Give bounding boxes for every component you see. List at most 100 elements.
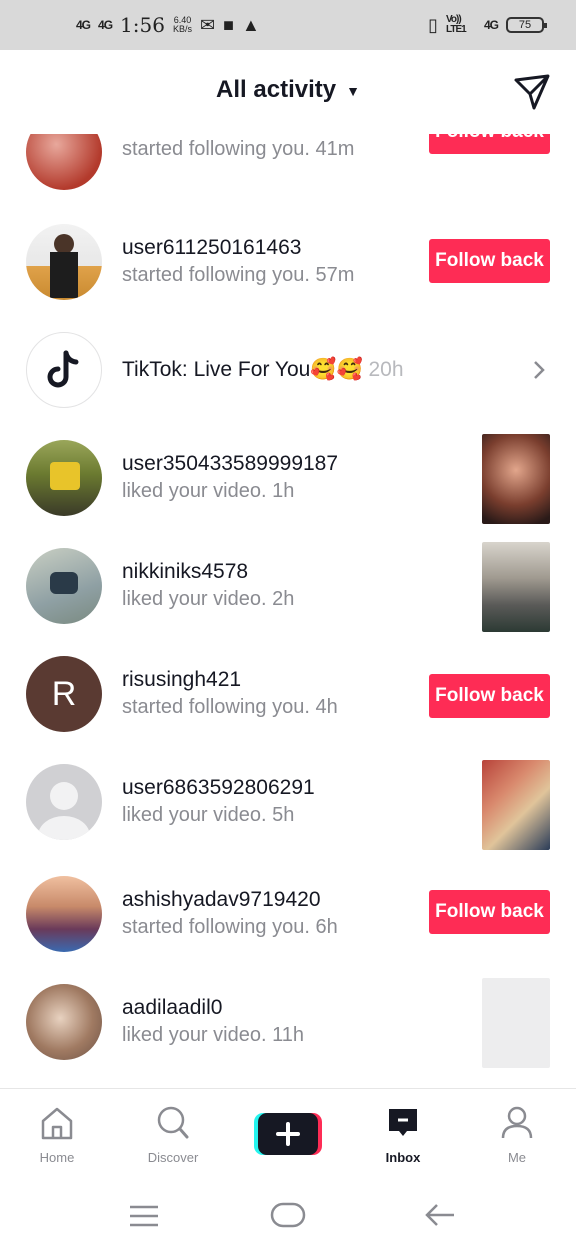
- status-bar: 4G 4G 1:56 6.40 KB/s ✉ ■ ▲ ▯ Vo)) LTE1 4…: [0, 0, 576, 50]
- battery-level: 75: [518, 19, 532, 31]
- default-avatar[interactable]: [26, 764, 102, 840]
- activity-text: liked your video. 5h: [122, 804, 294, 827]
- system-nav-bar: [0, 1176, 576, 1248]
- inbox-icon: [389, 1109, 417, 1136]
- notification-text: TikTok: Live For You🥰🥰 20h: [122, 358, 404, 382]
- tiktok-logo-icon: [47, 350, 79, 388]
- activity-time: 57m: [315, 264, 355, 286]
- activity-action: liked your video.: [122, 1024, 267, 1046]
- volte-indicator: Vo)) LTE1: [445, 14, 467, 35]
- username[interactable]: user350433589999187: [122, 452, 338, 476]
- vibrate-icon: ▯: [428, 14, 438, 35]
- username[interactable]: risusingh421: [122, 668, 241, 692]
- nav-home-label: Home: [39, 1150, 75, 1165]
- video-thumbnail[interactable]: [482, 760, 550, 850]
- nav-home[interactable]: Home: [12, 1105, 102, 1165]
- follow-back-button[interactable]: Follow back: [429, 674, 550, 718]
- activity-time: 2h: [272, 588, 295, 610]
- activity-action: started following you.: [122, 696, 310, 718]
- activity-time: 1h: [272, 480, 295, 502]
- menu-icon[interactable]: [128, 1204, 160, 1228]
- avatar[interactable]: [26, 134, 102, 190]
- activity-action: started following you.: [122, 138, 310, 160]
- avatar[interactable]: [26, 984, 102, 1060]
- list-item[interactable]: user8141205217595 started following you.…: [0, 134, 576, 210]
- avatar[interactable]: [26, 876, 102, 952]
- avatar[interactable]: [26, 224, 102, 300]
- activity-text: started following you. 41m: [122, 138, 354, 161]
- activity-time: 41m: [315, 138, 355, 160]
- header: All activity ▼: [0, 50, 576, 134]
- video-thumbnail[interactable]: [482, 542, 550, 632]
- video-thumbnail[interactable]: [482, 978, 550, 1068]
- activity-action: liked your video.: [122, 480, 267, 502]
- home-icon: [41, 1107, 73, 1140]
- profile-icon: [501, 1106, 533, 1139]
- follow-back-button[interactable]: Follow back: [429, 134, 550, 154]
- activity-time: 6h: [315, 916, 338, 938]
- activity-text: started following you. 6h: [122, 916, 338, 939]
- activity-text: started following you. 4h: [122, 696, 338, 719]
- activity-action: liked your video.: [122, 588, 267, 610]
- nav-me[interactable]: Me: [472, 1105, 562, 1165]
- video-thumbnail[interactable]: [482, 434, 550, 524]
- list-item[interactable]: aadilaadil0 liked your video. 11h: [0, 978, 576, 1078]
- activity-text: liked your video. 1h: [122, 480, 294, 503]
- search-icon: [157, 1106, 189, 1139]
- nav-discover[interactable]: Discover: [128, 1105, 218, 1165]
- chevron-right-icon[interactable]: [532, 360, 546, 380]
- battery-icon: 75: [506, 17, 547, 33]
- activity-action: liked your video.: [122, 804, 267, 826]
- caret-down-icon: ▼: [346, 82, 360, 99]
- username[interactable]: aadilaadil0: [122, 996, 222, 1020]
- video-icon: ■: [223, 14, 234, 35]
- activity-filter-dropdown[interactable]: All activity ▼: [0, 76, 576, 104]
- back-icon[interactable]: [424, 1202, 456, 1228]
- network-speed: 6.40 KB/s: [173, 16, 192, 34]
- nav-inbox-label: Inbox: [385, 1150, 421, 1165]
- list-item[interactable]: user6863592806291 liked your video. 5h: [0, 760, 576, 862]
- username[interactable]: user611250161463: [122, 236, 301, 260]
- avatar[interactable]: [26, 548, 102, 624]
- speed-unit: KB/s: [172, 24, 192, 34]
- activity-time: 5h: [272, 804, 295, 826]
- nav-me-label: Me: [507, 1150, 527, 1165]
- tiktok-avatar[interactable]: [26, 332, 102, 408]
- direct-message-icon[interactable]: [512, 72, 552, 112]
- avatar-initial: R: [51, 674, 77, 713]
- username[interactable]: ashishyadav9719420: [122, 888, 321, 912]
- activity-list: user8141205217595 started following you.…: [0, 134, 576, 1088]
- follow-back-button[interactable]: Follow back: [429, 890, 550, 934]
- avatar[interactable]: R: [26, 656, 102, 732]
- notification-message: Live For You🥰🥰: [193, 358, 363, 381]
- list-item[interactable]: R risusingh421 started following you. 4h…: [0, 654, 576, 754]
- nav-inbox[interactable]: Inbox: [358, 1105, 448, 1165]
- follow-back-button[interactable]: Follow back: [429, 239, 550, 283]
- list-item[interactable]: user350433589999187 liked your video. 1h: [0, 434, 576, 538]
- avatar[interactable]: [26, 440, 102, 516]
- activity-action: started following you.: [122, 916, 310, 938]
- activity-text: liked your video. 11h: [122, 1024, 304, 1047]
- list-item[interactable]: user611250161463 started following you. …: [0, 222, 576, 322]
- sender-name: TikTok:: [122, 358, 188, 381]
- signal-1-icon: 4G: [76, 18, 91, 32]
- list-item[interactable]: nikkiniks4578 liked your video. 2h: [0, 542, 576, 646]
- activity-time: 11h: [272, 1024, 304, 1046]
- list-item[interactable]: ashishyadav9719420 started following you…: [0, 870, 576, 970]
- nav-discover-label: Discover: [147, 1150, 199, 1165]
- username[interactable]: nikkiniks4578: [122, 560, 248, 584]
- signal-2-icon: 4G: [98, 18, 113, 32]
- clock: 1:56: [120, 13, 165, 37]
- mail-icon: ✉: [199, 14, 216, 35]
- activity-text: liked your video. 2h: [122, 588, 294, 611]
- home-button-icon[interactable]: [270, 1202, 306, 1228]
- username[interactable]: user6863592806291: [122, 776, 315, 800]
- activity-text: started following you. 57m: [122, 264, 354, 287]
- page-title: All activity: [216, 76, 337, 103]
- bottom-nav: Home Discover Inbox Me: [0, 1088, 576, 1176]
- create-video-button[interactable]: [254, 1111, 322, 1157]
- activity-time: 20h: [368, 358, 404, 381]
- warning-icon: ▲: [241, 14, 260, 35]
- activity-time: 4h: [315, 696, 338, 718]
- list-item[interactable]: TikTok: Live For You🥰🥰 20h: [0, 330, 576, 430]
